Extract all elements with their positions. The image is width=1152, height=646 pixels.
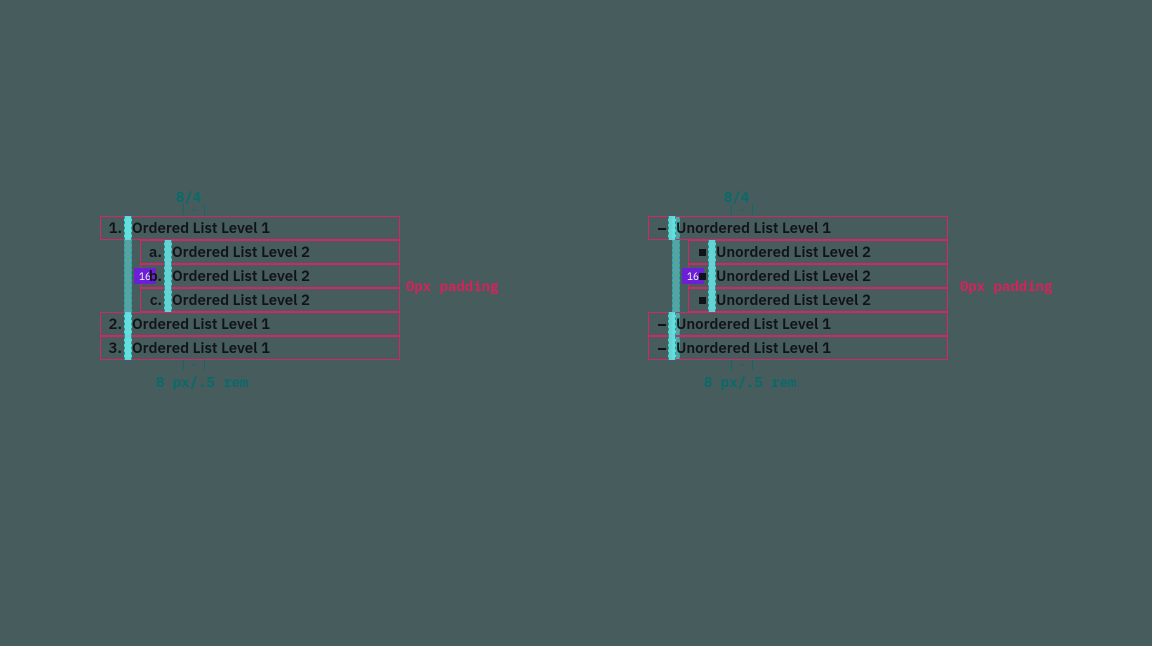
marker-gap-icon bbox=[164, 288, 172, 312]
dash-icon bbox=[654, 339, 668, 358]
marker-gap-icon bbox=[124, 312, 132, 336]
unordered-list-spec: 8/4 |‑| Unordered List Level 1 Unordered… bbox=[648, 190, 948, 391]
marker-gap-icon bbox=[708, 240, 716, 264]
padding-note: 0px padding bbox=[406, 277, 498, 295]
list-marker: 3. bbox=[106, 339, 124, 358]
list-item-label: Ordered List Level 2 bbox=[172, 291, 310, 310]
list-row: 1. Ordered List Level 1 bbox=[100, 216, 400, 240]
list-row: Unordered List Level 1 bbox=[648, 312, 948, 336]
list-row: 16 Unordered List Level 2 bbox=[648, 264, 948, 288]
list-marker: 2. bbox=[106, 315, 124, 334]
marker-gap-icon bbox=[124, 216, 132, 240]
list-row: Unordered List Level 2 bbox=[648, 240, 948, 264]
list-row: 2. Ordered List Level 1 bbox=[100, 312, 400, 336]
square-bullet-icon bbox=[694, 273, 708, 280]
unordered-list-box: Unordered List Level 1 Unordered List Le… bbox=[648, 216, 948, 360]
bottom-spacing-label: 8 px/.5 rem bbox=[156, 373, 400, 391]
marker-gap-icon bbox=[668, 312, 676, 336]
dash-icon bbox=[654, 219, 668, 238]
list-item-label: Unordered List Level 2 bbox=[716, 291, 871, 310]
list-item-label: Unordered List Level 2 bbox=[716, 243, 871, 262]
padding-note: 0px padding bbox=[960, 277, 1052, 295]
list-item-label: Ordered List Level 1 bbox=[132, 315, 270, 334]
marker-gap-icon bbox=[164, 240, 172, 264]
tick-icon: |‑| bbox=[728, 205, 948, 216]
list-row: 16 b. Ordered List Level 2 bbox=[100, 264, 400, 288]
ordered-list-box: 1. Ordered List Level 1 a. Ordered List … bbox=[100, 216, 400, 360]
dash-icon bbox=[654, 315, 668, 334]
list-marker: c. bbox=[146, 291, 164, 310]
list-item-label: Unordered List Level 1 bbox=[676, 315, 831, 334]
square-bullet-icon bbox=[694, 297, 708, 304]
list-item-label: Ordered List Level 1 bbox=[132, 339, 270, 358]
marker-gap-icon bbox=[124, 336, 132, 360]
marker-gap-icon bbox=[668, 336, 676, 360]
bottom-spacing-label: 8 px/.5 rem bbox=[704, 373, 948, 391]
list-row: a. Ordered List Level 2 bbox=[100, 240, 400, 264]
list-item-label: Unordered List Level 2 bbox=[716, 267, 871, 286]
list-item-label: Unordered List Level 1 bbox=[676, 219, 831, 238]
list-row: Unordered List Level 2 bbox=[648, 288, 948, 312]
tick-icon: |‑| bbox=[728, 360, 948, 371]
list-row: Unordered List Level 1 bbox=[648, 216, 948, 240]
list-item-label: Unordered List Level 1 bbox=[676, 339, 831, 358]
marker-gap-icon bbox=[668, 216, 676, 240]
marker-gap-icon bbox=[164, 264, 172, 288]
list-row: Unordered List Level 1 bbox=[648, 336, 948, 360]
marker-gap-icon bbox=[708, 288, 716, 312]
tick-icon: |‑| bbox=[180, 360, 400, 371]
list-item-label: Ordered List Level 2 bbox=[172, 243, 310, 262]
list-marker: 1. bbox=[106, 219, 124, 238]
list-marker: b. bbox=[146, 267, 164, 286]
square-bullet-icon bbox=[694, 249, 708, 256]
marker-gap-icon bbox=[708, 264, 716, 288]
tick-icon: |‑| bbox=[180, 205, 400, 216]
list-row: 3. Ordered List Level 1 bbox=[100, 336, 400, 360]
ordered-list-spec: 8/4 |‑| 1. Ordered List Level 1 a. Order… bbox=[100, 190, 400, 391]
list-item-label: Ordered List Level 2 bbox=[172, 267, 310, 286]
list-row: c. Ordered List Level 2 bbox=[100, 288, 400, 312]
list-item-label: Ordered List Level 1 bbox=[132, 219, 270, 238]
list-marker: a. bbox=[146, 243, 164, 262]
